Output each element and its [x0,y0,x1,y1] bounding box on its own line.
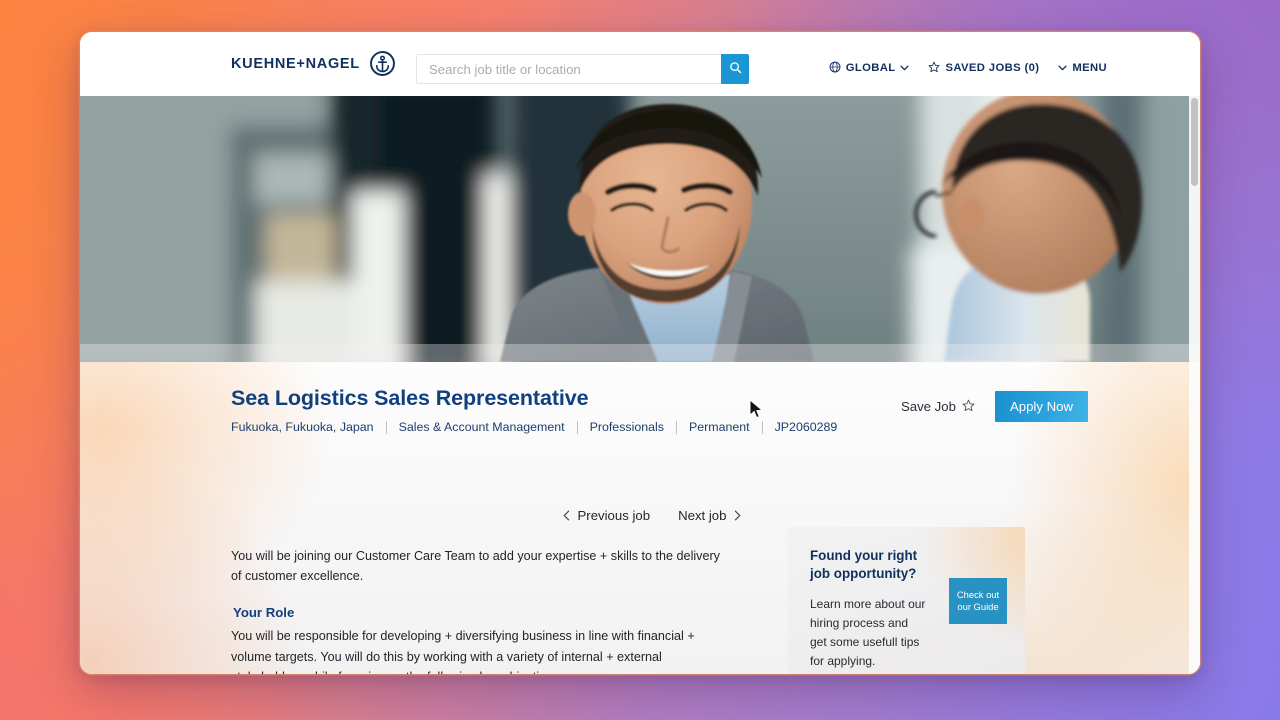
apply-now-button[interactable]: Apply Now [994,391,1088,422]
star-outline-icon [928,61,941,76]
search-submit-button[interactable] [721,54,749,84]
job-header: Sea Logistics Sales Representative Fukuo… [231,386,837,434]
next-job-label: Next job [678,508,727,523]
guide-promo-card: Found your right job opportunity? Learn … [788,527,1025,674]
hero-photo [80,96,1200,362]
previous-job-link[interactable]: Previous job [563,508,651,523]
meta-divider [761,420,763,434]
scrollbar-thumb[interactable] [1191,98,1198,186]
job-description: You will be joining our Customer Care Te… [231,546,731,674]
previous-job-label: Previous job [577,508,651,523]
job-meta-reference: JP2060289 [774,420,838,434]
brand-logo[interactable]: KUEHNE+NAGEL [231,50,396,77]
job-meta-function: Sales & Account Management [398,420,565,434]
meta-divider [675,420,677,434]
chevron-down-icon [1058,65,1067,71]
search-input[interactable] [416,54,721,84]
job-detail-content: Sea Logistics Sales Representative Fukuo… [80,362,1200,674]
save-job-button[interactable]: Save Job [901,399,975,415]
star-outline-icon [962,399,975,415]
job-pagination: Previous job Next job [80,508,1200,523]
job-search-form [416,54,749,84]
chevron-down-icon [900,65,910,71]
job-meta-location: Fukuoka, Fukuoka, Japan [231,420,374,434]
job-meta-level: Professionals [589,420,664,434]
nav-item-saved-jobs-label: SAVED JOBS (0) [945,62,1040,74]
check-out-guide-button[interactable]: Check out our Guide [949,578,1007,624]
globe-icon [829,61,841,76]
browser-window: KUEHNE+NAGEL Search job title or locatio… [80,32,1200,674]
job-role-paragraph: You will be responsible for developing +… [231,629,695,674]
hero-banner [80,96,1200,362]
meta-divider [576,420,578,434]
page-scrollbar[interactable] [1189,96,1200,674]
meta-divider [385,420,387,434]
next-job-link[interactable]: Next job [678,508,741,523]
desktop-backdrop: KUEHNE+NAGEL Search job title or locatio… [0,0,1280,720]
brand-wordmark: KUEHNE+NAGEL [231,55,360,72]
job-meta: Fukuoka, Fukuoka, Japan Sales & Account … [231,420,837,434]
nav-item-menu[interactable]: MENU [1058,62,1107,74]
save-job-label: Save Job [900,399,956,414]
nav-item-global-label: GLOBAL [845,62,896,74]
guide-card-title: Found your right job opportunity? [810,548,918,582]
chevron-left-icon [563,510,570,521]
anchor-in-circle-icon [369,50,396,77]
job-meta-contract: Permanent [688,420,750,434]
site-header: KUEHNE+NAGEL Search job title or locatio… [80,32,1200,96]
search-icon [729,61,742,77]
header-nav: GLOBAL SAVED JOBS (0) MENU [829,54,1107,82]
job-intro-paragraph: You will be joining our Customer Care Te… [231,549,720,584]
job-role-heading: Your Role [233,604,295,620]
guide-card-text: Learn more about our hiring process and … [810,597,926,669]
nav-item-menu-label: MENU [1072,62,1107,74]
chevron-right-icon [734,510,741,521]
nav-item-saved-jobs[interactable]: SAVED JOBS (0) [928,61,1039,76]
job-actions: Save Job Apply Now [901,391,1088,422]
nav-item-global[interactable]: GLOBAL [829,61,910,76]
page-title: Sea Logistics Sales Representative [231,386,589,410]
